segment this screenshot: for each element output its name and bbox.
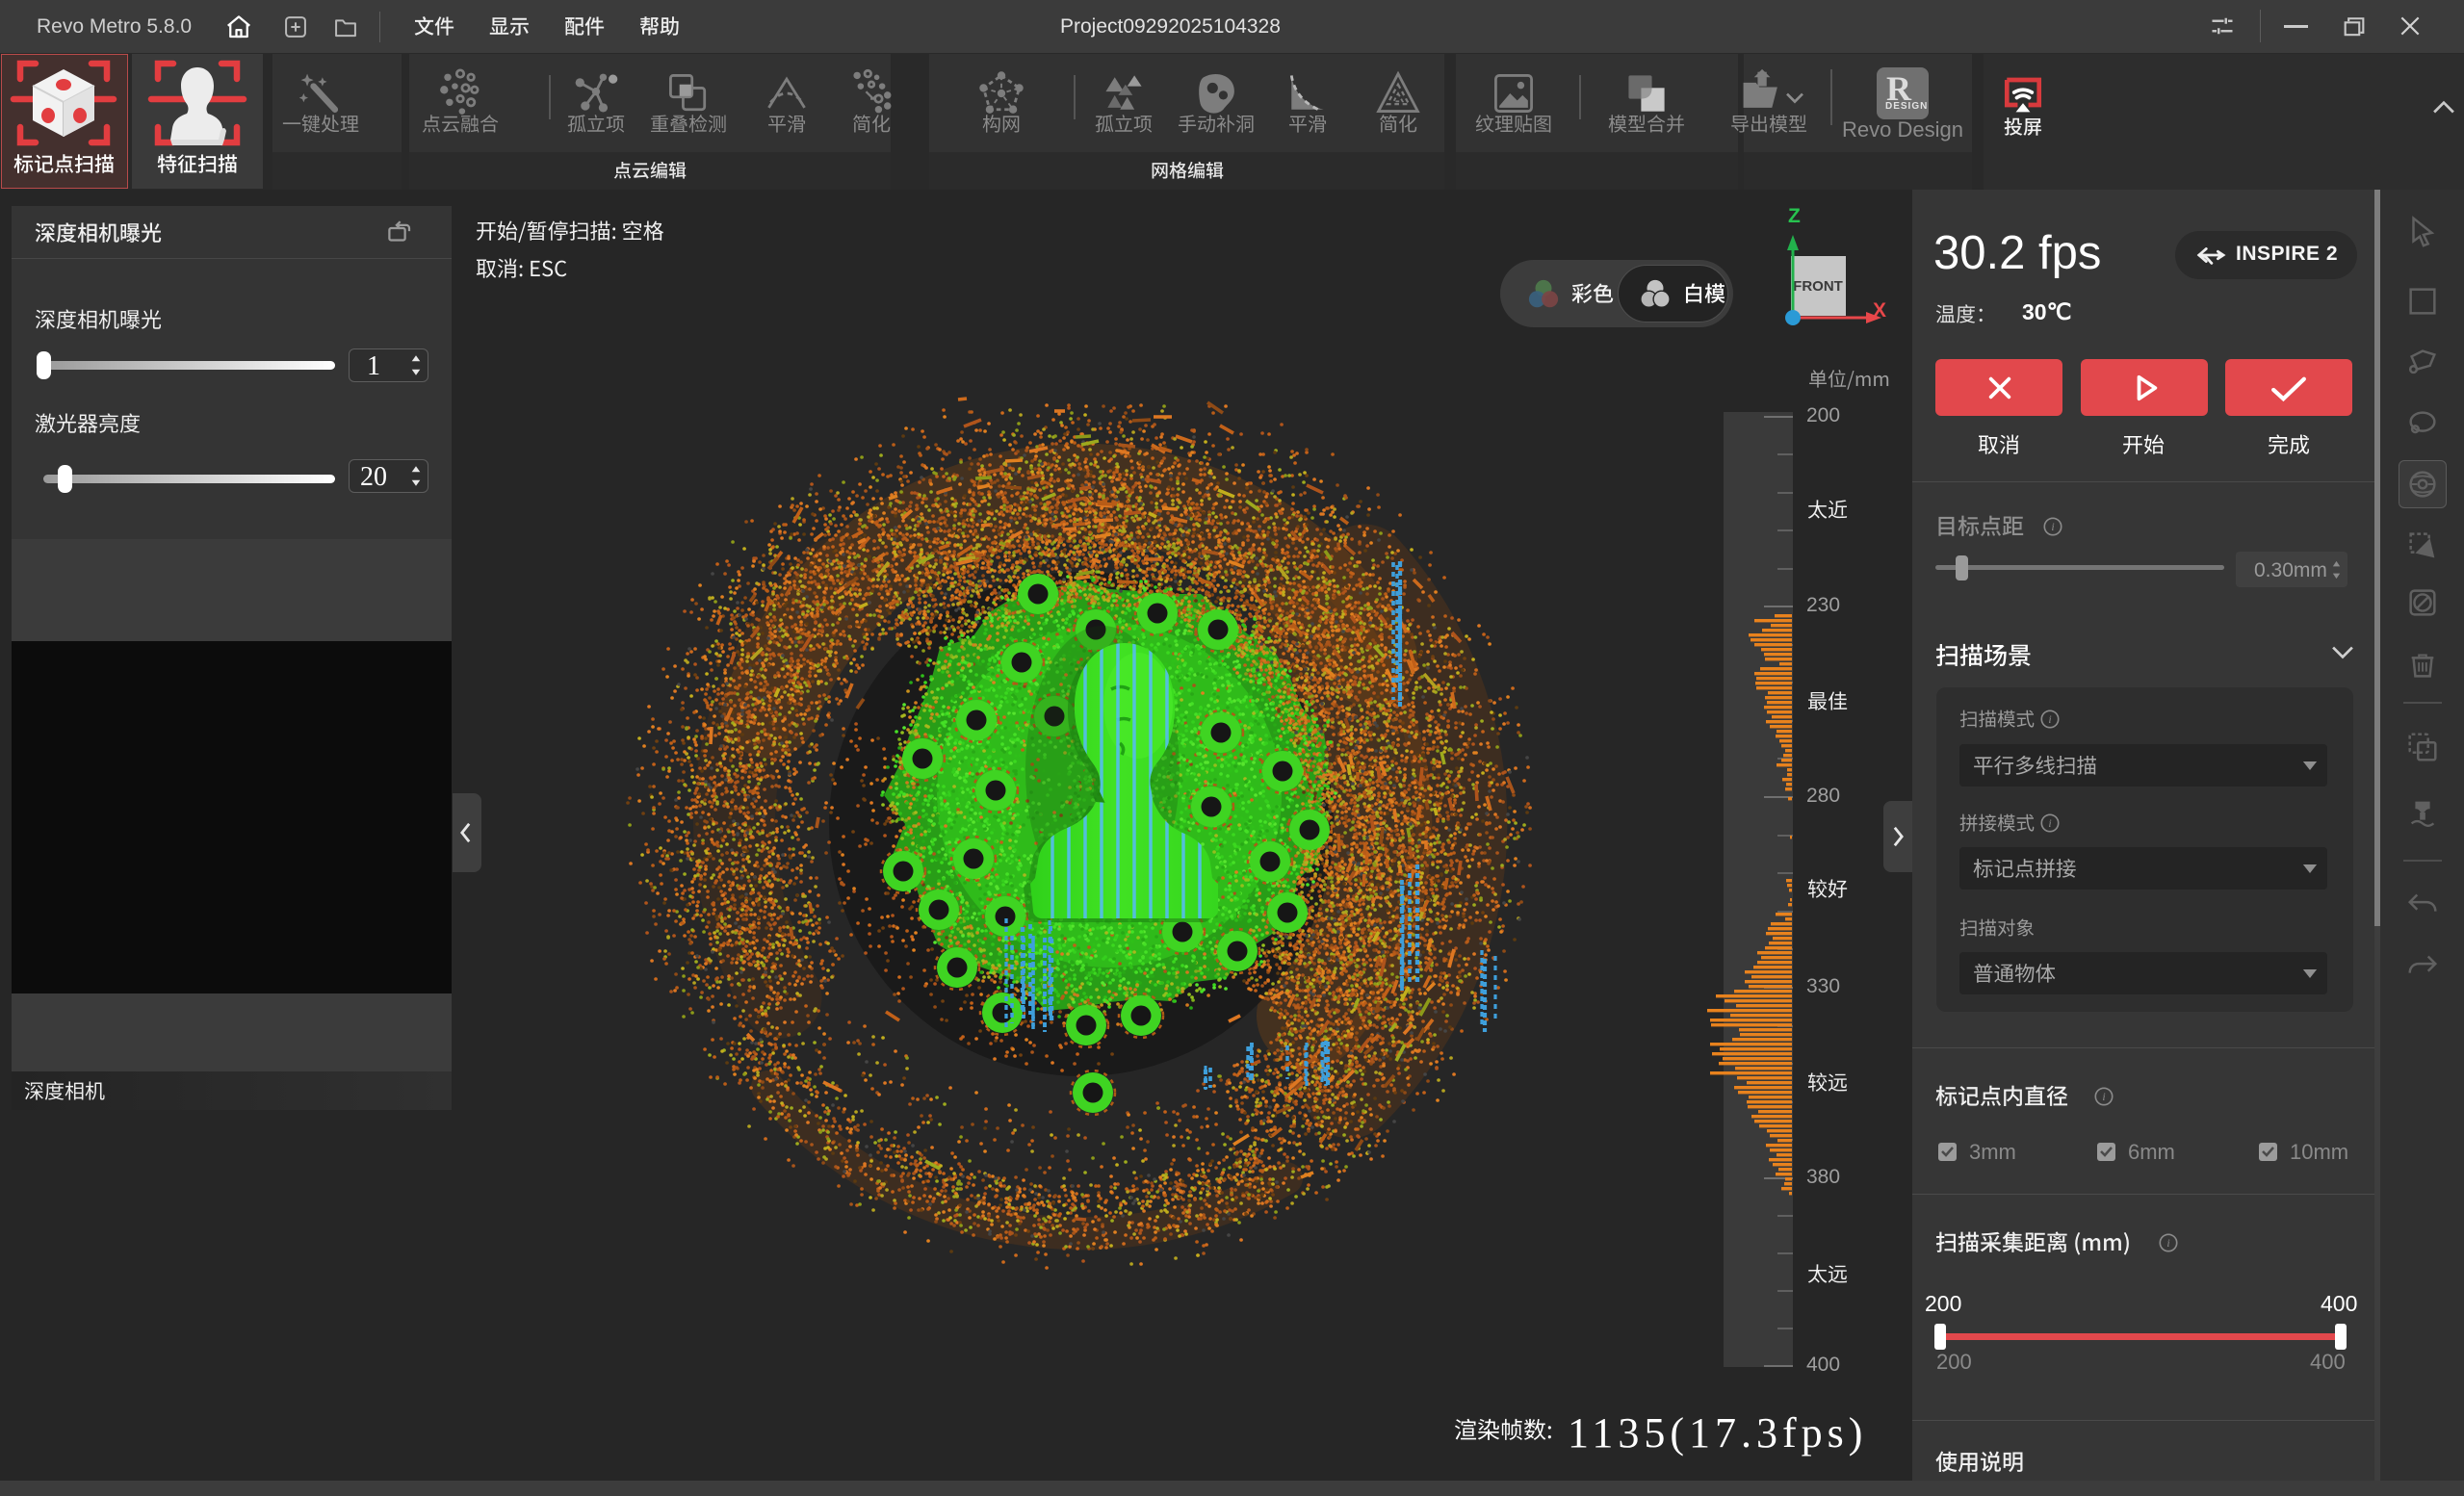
svg-text:i: i [2051, 520, 2054, 533]
svg-text:i: i [2048, 712, 2051, 726]
svg-text:i: i [2102, 1090, 2105, 1103]
svg-text:i: i [2166, 1236, 2169, 1250]
svg-text:i: i [2048, 816, 2051, 830]
